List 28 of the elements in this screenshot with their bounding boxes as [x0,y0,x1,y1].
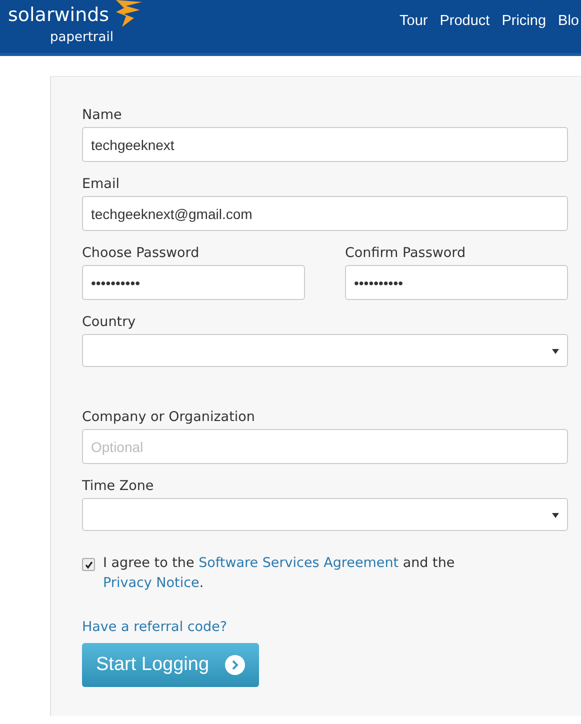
field-label: Time Zone [82,478,155,494]
product-logo-text[interactable]: papertrail [50,30,114,46]
select-field[interactable] [82,498,568,531]
field-label: Company or Organization [82,409,256,425]
select-field[interactable] [82,334,568,367]
agreement-text: I agree to the Software Services Agreement and the Privacy Notice. [103,554,456,593]
agreement-link[interactable]: Software Services Agreement [198,555,399,571]
agree-checkbox[interactable] [82,558,95,571]
caret-icon [552,513,559,518]
field-label: Choose Password [82,245,200,261]
field-label: Confirm Password [345,245,467,261]
referral-link[interactable]: Have a referral code? [82,619,228,635]
input-field[interactable]: Optional [82,429,568,464]
input-field[interactable]: •••••••••• [345,265,568,300]
agreement-link[interactable]: Privacy Notice [103,575,200,591]
chevron-circle-icon [225,655,246,675]
nav-link[interactable]: Tour [400,13,428,29]
nav-link[interactable]: Product [440,13,490,29]
caret-icon [552,349,559,354]
field-label: Email [82,176,120,192]
nav-link[interactable]: Pricing [502,13,546,29]
input-field[interactable]: techgeeknext [82,127,568,162]
input-field[interactable]: techgeeknext@gmail.com [82,196,568,231]
input-field[interactable]: •••••••••• [82,265,305,300]
field-label: Name [82,107,123,123]
brand-logo-text[interactable]: solarwinds [8,4,110,26]
field-label: Country [82,314,137,330]
nav-link[interactable]: Blo [558,13,579,29]
